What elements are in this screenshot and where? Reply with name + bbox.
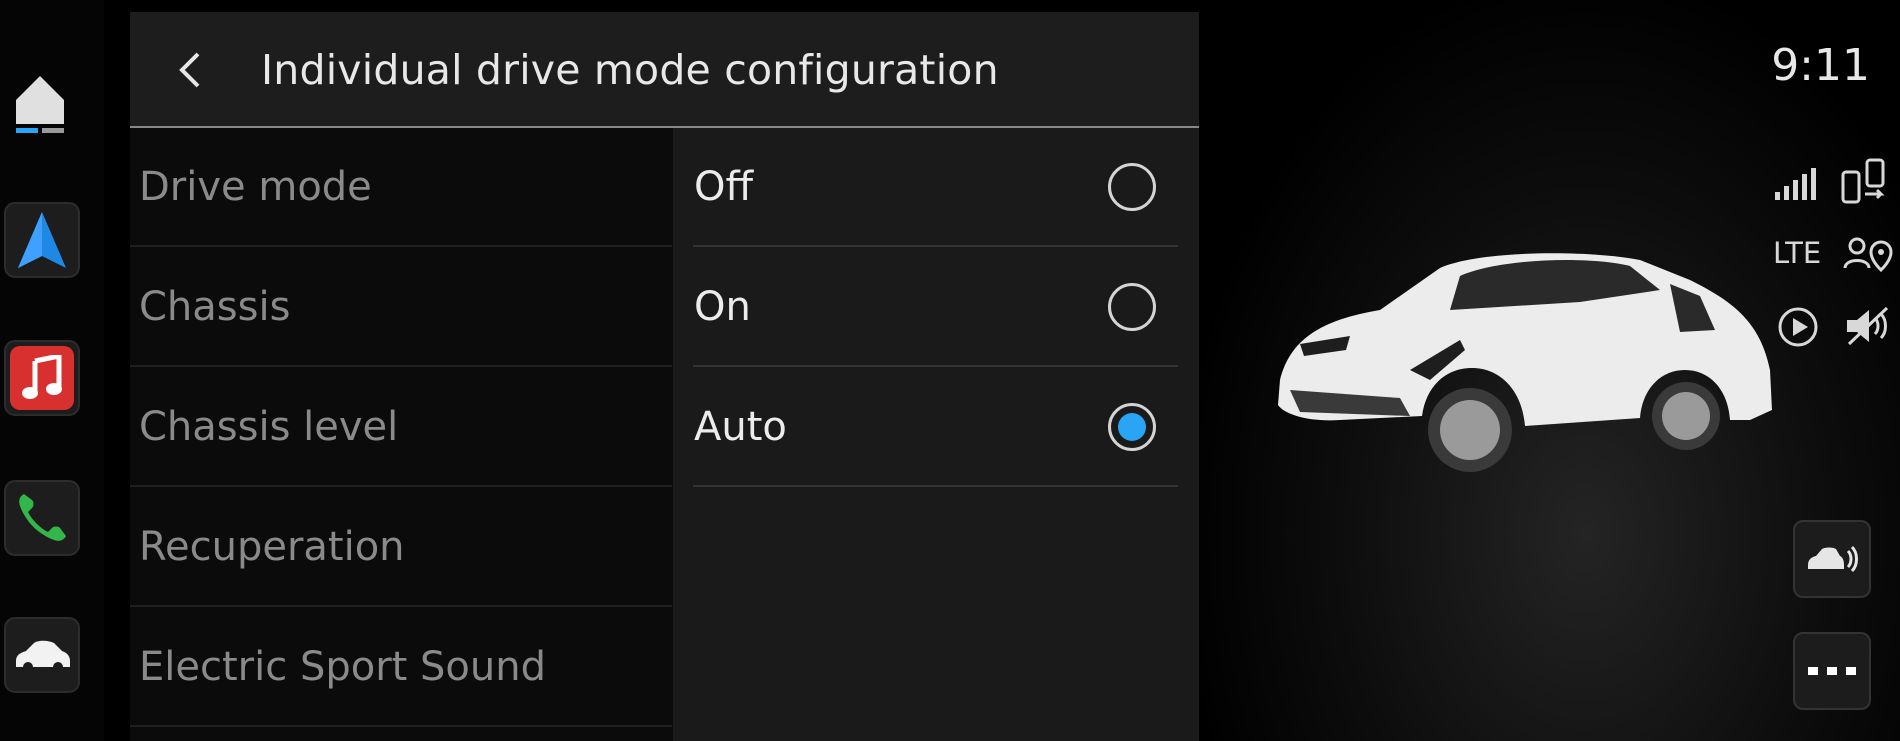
back-button[interactable] bbox=[170, 46, 210, 94]
radio-off[interactable] bbox=[1108, 162, 1156, 211]
option-label: Off bbox=[694, 163, 754, 210]
park-assist-icon bbox=[1808, 545, 1858, 573]
option-label: On bbox=[694, 283, 751, 330]
clock: 9:11 bbox=[1771, 40, 1870, 91]
phone-app-button[interactable] bbox=[4, 480, 80, 556]
music-app-button[interactable] bbox=[4, 340, 80, 416]
setting-chassis[interactable]: Chassis bbox=[130, 248, 672, 367]
setting-label: Chassis level bbox=[139, 403, 399, 450]
option-auto[interactable]: Auto bbox=[693, 368, 1178, 487]
music-icon bbox=[10, 346, 74, 410]
network-label: LTE bbox=[1773, 236, 1822, 270]
setting-label: Electric Sport Sound bbox=[139, 643, 546, 690]
options-panel: Off On Auto bbox=[673, 128, 1199, 741]
navigation-app-button[interactable] bbox=[4, 202, 80, 278]
option-on[interactable]: On bbox=[693, 248, 1178, 367]
vehicle-image bbox=[1278, 253, 1772, 472]
more-icon bbox=[1808, 667, 1856, 675]
page-title: Individual drive mode configuration bbox=[261, 46, 999, 94]
phone-icon bbox=[19, 494, 66, 541]
home-button[interactable] bbox=[10, 66, 70, 136]
main-panel: Individual drive mode configuration Driv… bbox=[130, 12, 1199, 741]
park-assist-button[interactable] bbox=[1793, 520, 1871, 598]
user-location-icon bbox=[1843, 237, 1893, 272]
setting-electric-sport-sound[interactable]: Electric Sport Sound bbox=[130, 608, 672, 727]
radio-on[interactable] bbox=[1108, 282, 1156, 331]
header-bar: Individual drive mode configuration bbox=[130, 12, 1199, 128]
radio-auto[interactable] bbox=[1108, 402, 1156, 451]
chevron-left-icon bbox=[179, 52, 200, 88]
phone-link-icon bbox=[1841, 158, 1885, 204]
settings-list: Drive mode Chassis Chassis level Recuper… bbox=[130, 128, 672, 741]
setting-label: Recuperation bbox=[139, 523, 405, 570]
setting-label: Drive mode bbox=[139, 163, 372, 210]
more-button[interactable] bbox=[1793, 632, 1871, 710]
play-circle-icon bbox=[1778, 307, 1818, 347]
app-dock bbox=[0, 0, 104, 741]
vehicle-status-area: 9:11 LTE bbox=[1200, 0, 1900, 741]
setting-chassis-level[interactable]: Chassis level bbox=[130, 368, 672, 487]
setting-drive-mode[interactable]: Drive mode bbox=[130, 128, 672, 247]
navigation-icon bbox=[18, 212, 66, 268]
car-app-button[interactable] bbox=[4, 617, 80, 693]
option-off[interactable]: Off bbox=[693, 128, 1178, 247]
setting-recuperation[interactable]: Recuperation bbox=[130, 488, 672, 607]
home-icon bbox=[16, 76, 64, 133]
car-icon bbox=[16, 640, 70, 672]
setting-label: Chassis bbox=[139, 283, 291, 330]
signal-bars-icon bbox=[1775, 168, 1816, 200]
option-label: Auto bbox=[694, 403, 787, 450]
mute-icon bbox=[1847, 306, 1889, 346]
